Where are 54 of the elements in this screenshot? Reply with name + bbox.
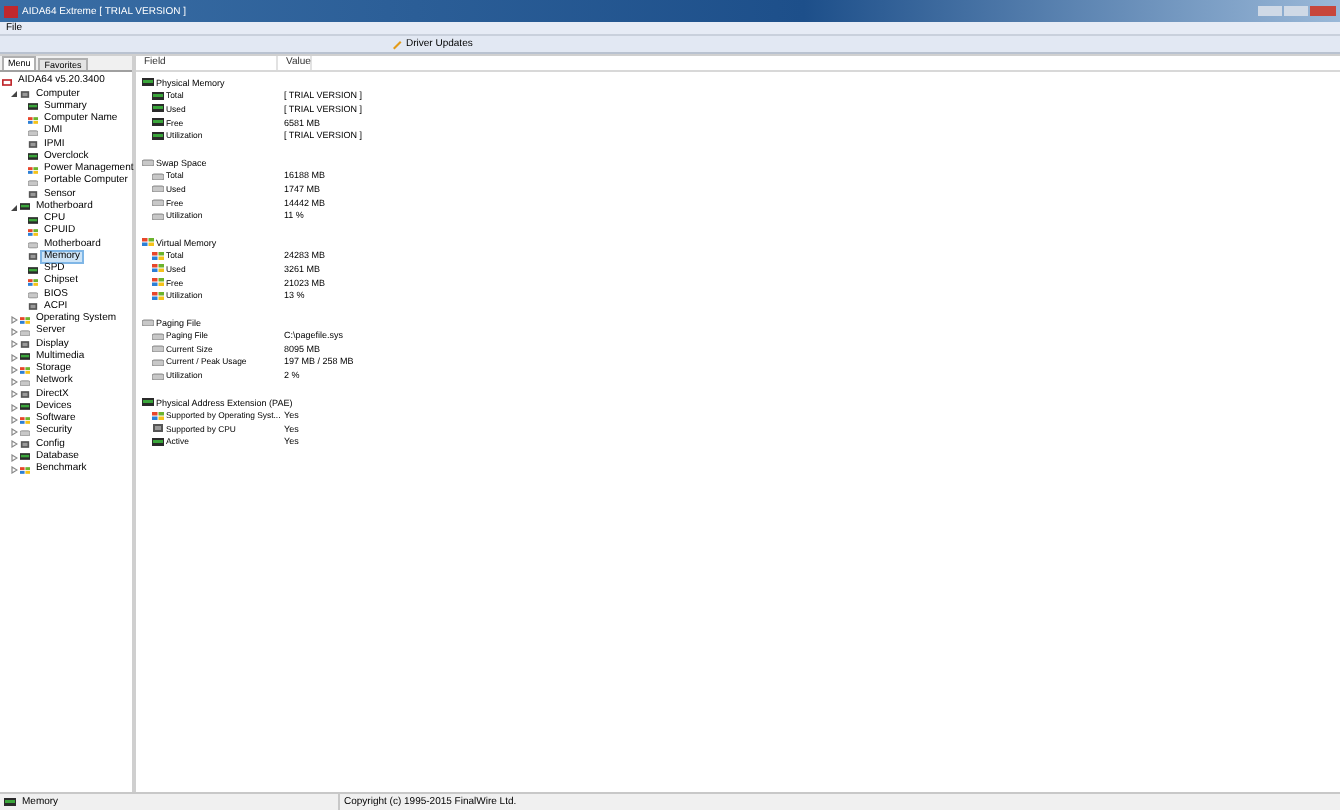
memory-icon: [20, 352, 30, 362]
chip-icon: [28, 302, 38, 312]
memory-icon: [28, 152, 38, 162]
app-logo-icon: [2, 77, 12, 87]
expand-arrow-icon[interactable]: [10, 390, 18, 399]
windows-icon: [28, 165, 38, 175]
chip-icon: [152, 424, 164, 433]
chip-icon: [28, 252, 38, 262]
expand-arrow-icon[interactable]: [10, 440, 18, 449]
memory-icon: [28, 102, 38, 112]
memory-icon: [142, 78, 154, 87]
chip-icon: [28, 190, 38, 200]
expand-arrow-icon[interactable]: [10, 353, 18, 362]
windows-icon: [142, 238, 154, 247]
chip-icon: [20, 340, 30, 350]
collapse-arrow-icon[interactable]: [10, 90, 18, 99]
memory-icon: [4, 798, 16, 806]
expand-arrow-icon[interactable]: [10, 403, 18, 412]
memory-icon: [20, 452, 30, 462]
windows-icon: [152, 411, 164, 420]
windows-icon: [28, 277, 38, 287]
windows-icon: [28, 227, 38, 237]
chip-icon: [28, 140, 38, 150]
collapse-arrow-icon[interactable]: [10, 203, 18, 212]
windows-icon: [28, 115, 38, 125]
windows-icon: [20, 365, 30, 375]
expand-arrow-icon[interactable]: [10, 340, 18, 349]
chip-icon: [20, 90, 30, 100]
memory-icon: [28, 265, 38, 275]
memory-icon: [152, 104, 164, 113]
expand-arrow-icon[interactable]: [10, 415, 18, 424]
expand-arrow-icon[interactable]: [10, 365, 18, 374]
memory-icon: [152, 118, 164, 127]
windows-icon: [20, 315, 30, 325]
chip-icon: [20, 390, 30, 400]
windows-icon: [20, 465, 30, 475]
windows-icon: [152, 278, 164, 287]
windows-icon: [20, 415, 30, 425]
windows-icon: [152, 264, 164, 273]
memory-icon: [152, 131, 164, 140]
app-icon: [4, 5, 18, 17]
memory-icon: [152, 437, 164, 446]
expand-arrow-icon[interactable]: [10, 465, 18, 474]
memory-icon: [142, 398, 154, 407]
expand-arrow-icon[interactable]: [10, 378, 18, 387]
chip-icon: [20, 440, 30, 450]
memory-icon: [152, 91, 164, 100]
windows-icon: [152, 251, 164, 260]
expand-arrow-icon[interactable]: [10, 315, 18, 324]
expand-arrow-icon[interactable]: [10, 328, 18, 337]
expand-arrow-icon[interactable]: [10, 428, 18, 437]
windows-icon: [152, 291, 164, 300]
memory-icon: [20, 402, 30, 412]
expand-arrow-icon[interactable]: [10, 453, 18, 462]
